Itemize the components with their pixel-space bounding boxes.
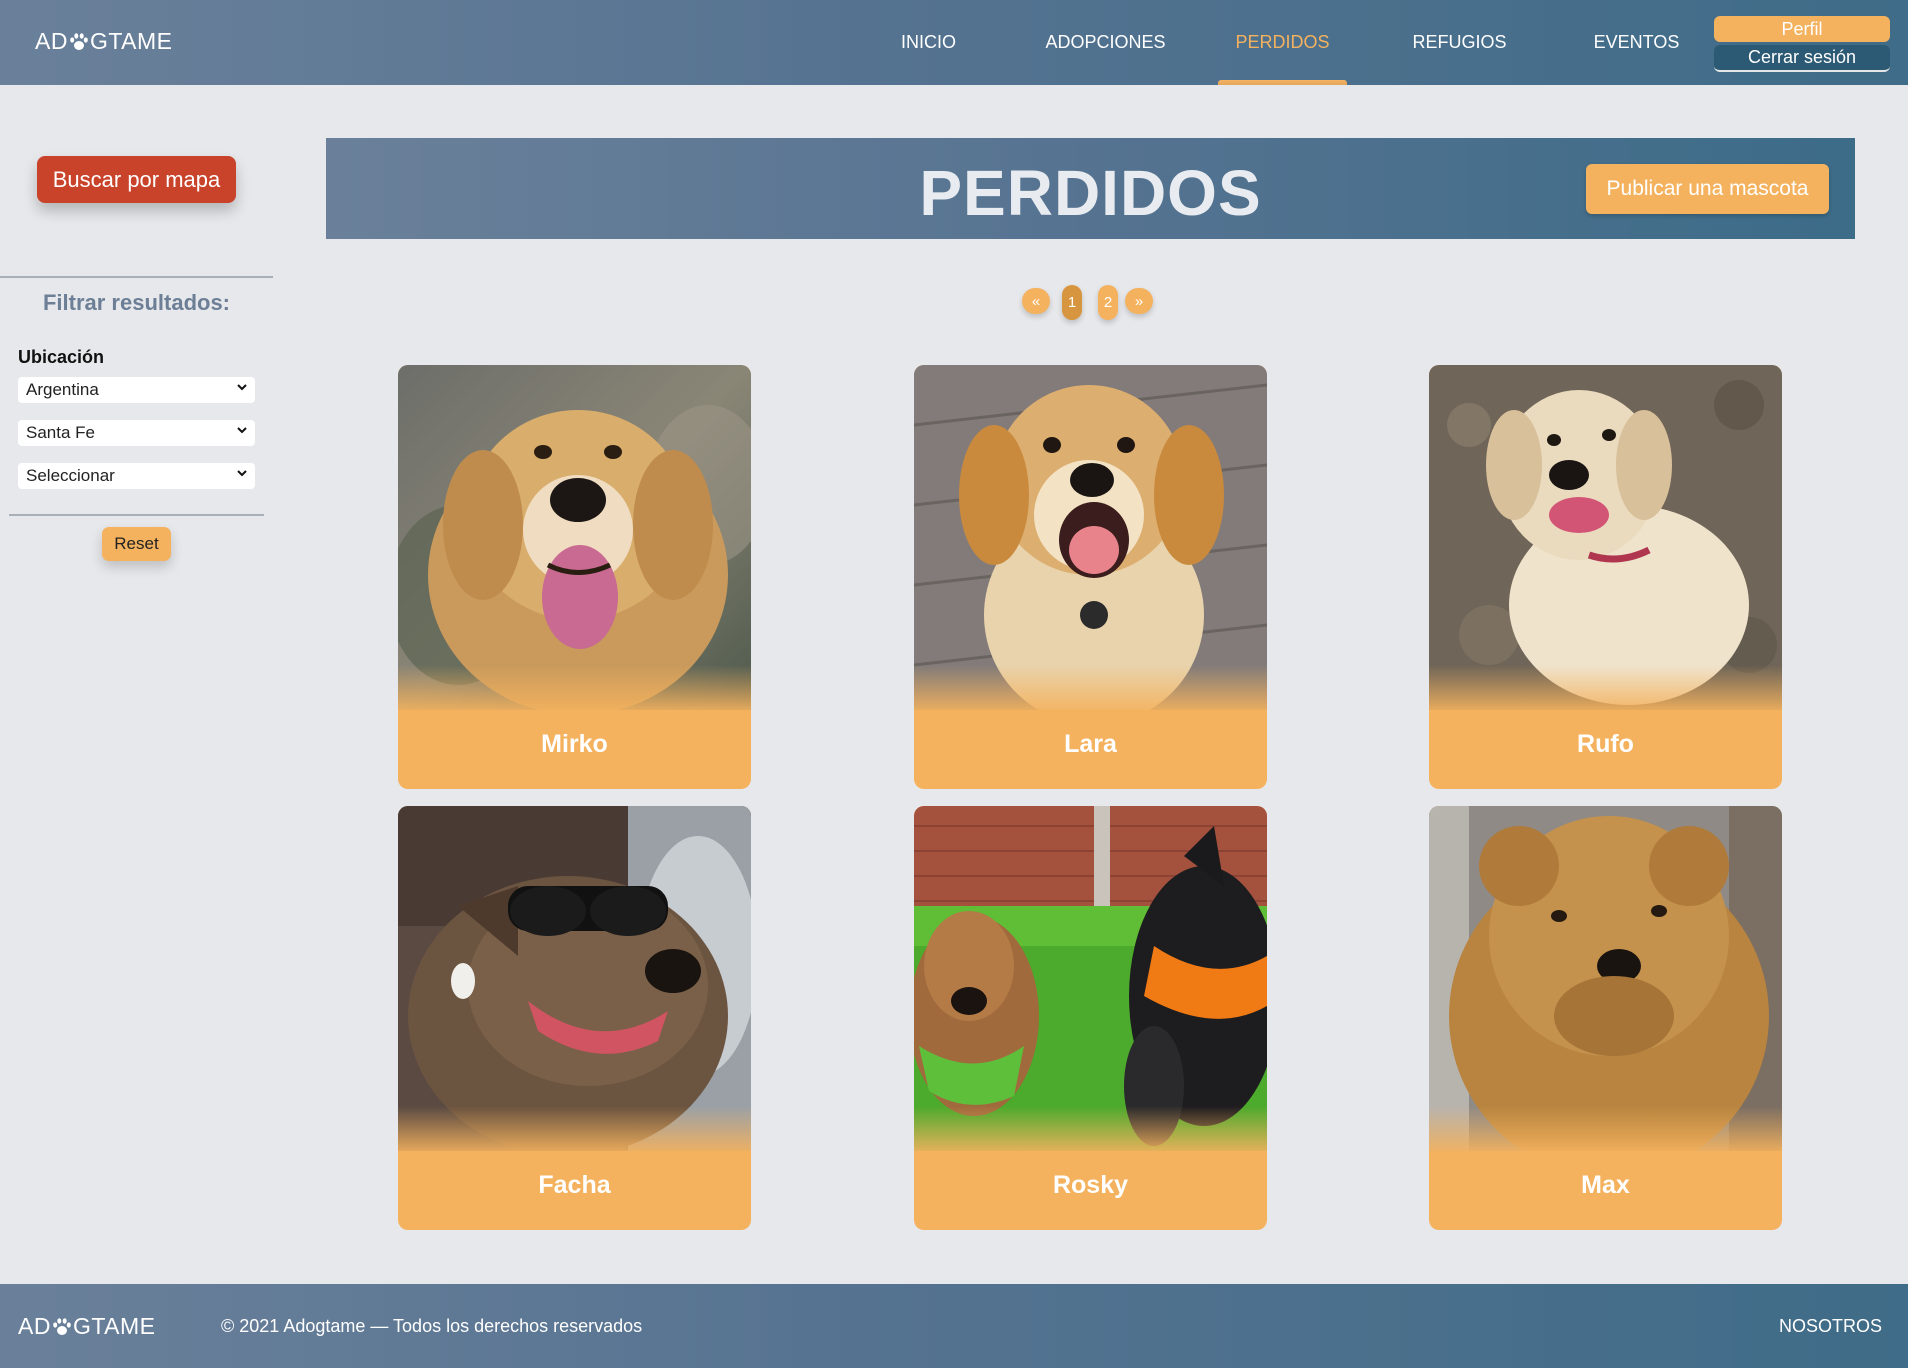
pet-card[interactable]: Lara	[914, 365, 1267, 789]
pet-photo	[914, 806, 1267, 1151]
prev-page-button[interactable]: «	[1022, 288, 1050, 314]
province-select-value: Santa Fe	[26, 423, 95, 442]
location-label: Ubicación	[18, 347, 105, 367]
country-select-value: Argentina	[26, 380, 99, 399]
pet-card[interactable]: Max	[1429, 806, 1782, 1230]
nav-perdidos[interactable]: PERDIDOS	[1194, 0, 1371, 85]
pet-name: Facha	[538, 1171, 611, 1199]
paw-icon	[53, 1317, 71, 1335]
nav-inicio[interactable]: INICIO	[840, 0, 1017, 85]
page-2-button[interactable]: 2	[1098, 285, 1118, 320]
chevron-down-icon	[237, 427, 247, 434]
pet-card[interactable]: Rosky	[914, 806, 1267, 1230]
nav-eventos[interactable]: EVENTOS	[1548, 0, 1725, 85]
pet-card[interactable]: Mirko	[398, 365, 751, 789]
page-1-button[interactable]: 1	[1062, 285, 1082, 320]
pet-photo	[1429, 365, 1782, 710]
logo-text-right: GTAME	[72, 1313, 156, 1339]
pet-name: Max	[1581, 1171, 1630, 1199]
top-navbar: AD GTAME INICIO ADOPCIONES PERDIDOS REFU…	[0, 0, 1908, 85]
pet-name: Rosky	[1052, 1171, 1129, 1199]
pet-name: Mirko	[541, 730, 608, 758]
sidebar-divider	[0, 276, 273, 278]
country-select[interactable]: Argentina	[18, 377, 255, 403]
province-select[interactable]: Santa Fe	[18, 420, 255, 446]
pet-photo	[914, 365, 1267, 710]
pet-card[interactable]: Facha	[398, 806, 751, 1230]
next-page-button[interactable]: »	[1125, 288, 1153, 314]
pet-name: Lara	[1064, 730, 1117, 758]
paw-icon	[70, 32, 88, 50]
logout-button[interactable]: Cerrar sesión	[1714, 45, 1890, 72]
pagination: « 1 2 »	[0, 285, 1908, 325]
chevron-down-icon	[237, 470, 247, 477]
city-select[interactable]: Seleccionar	[18, 463, 255, 489]
brand-logo[interactable]: AD GTAME	[35, 28, 173, 55]
profile-button[interactable]: Perfil	[1714, 16, 1890, 42]
logo-text-right: GTAME	[89, 28, 173, 54]
pet-card[interactable]: Rufo	[1429, 365, 1782, 789]
main-nav: INICIO ADOPCIONES PERDIDOS REFUGIOS EVEN…	[840, 0, 1725, 85]
search-by-map-button[interactable]: Buscar por mapa	[37, 156, 236, 203]
sidebar-divider	[9, 514, 264, 516]
copyright-text: © 2021 Adogtame — Todos los derechos res…	[221, 1316, 643, 1336]
pet-photo	[398, 806, 751, 1151]
publish-pet-button[interactable]: Publicar una mascota	[1586, 164, 1829, 214]
about-link[interactable]: NOSOTROS	[1779, 1316, 1882, 1337]
pet-photo	[1429, 806, 1782, 1151]
footer: AD GTAME © 2021 Adogtame — Todos los der…	[0, 1284, 1908, 1368]
nav-refugios[interactable]: REFUGIOS	[1371, 0, 1548, 85]
city-select-value: Seleccionar	[26, 466, 115, 485]
page-banner: PERDIDOS Publicar una mascota	[326, 138, 1855, 239]
logo-text-left: AD	[18, 1313, 51, 1339]
nav-adopciones[interactable]: ADOPCIONES	[1017, 0, 1194, 85]
footer-logo[interactable]: AD GTAME	[18, 1313, 156, 1340]
pet-name: Rufo	[1577, 730, 1634, 758]
pet-photo	[398, 365, 751, 710]
logo-text-left: AD	[35, 28, 68, 54]
chevron-down-icon	[237, 384, 247, 391]
reset-filters-button[interactable]: Reset	[102, 527, 171, 561]
